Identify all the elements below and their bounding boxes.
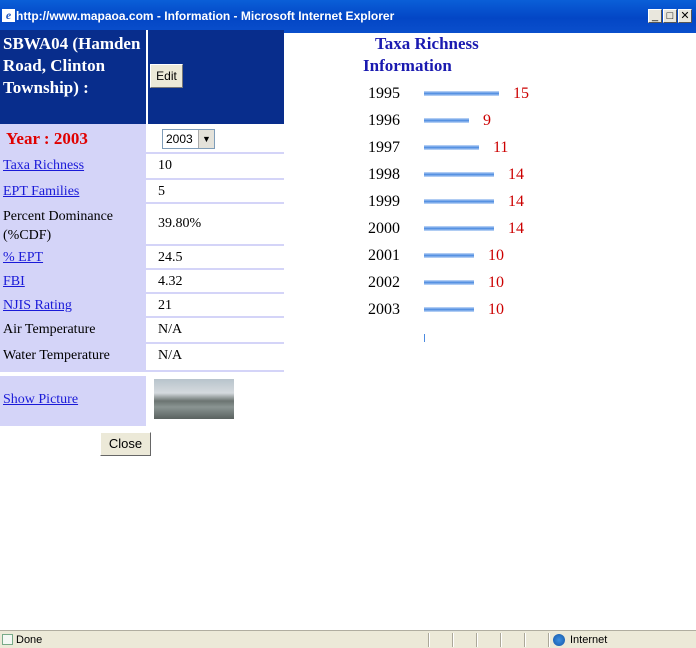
metric-value: 21 [158, 298, 172, 313]
category-label: 1997 [368, 139, 400, 156]
status-bar: Done Internet [0, 630, 696, 648]
metric-label[interactable]: NJIS Rating [3, 298, 72, 314]
picture-row: Show Picture [0, 376, 284, 426]
metric-row: Water Temperature N/A [0, 344, 284, 372]
bar [424, 145, 479, 150]
bar [424, 199, 494, 204]
value-label: 9 [483, 112, 491, 129]
metric-row: Air Temperature N/A [0, 318, 284, 344]
security-zone: Internet [570, 634, 608, 646]
value-label: 10 [488, 247, 504, 264]
metric-row: Taxa Richness 10 [0, 154, 284, 180]
taxa-richness-chart: 1995 15 1996 9 1997 11 1998 14 1999 14 2000 14 2001 1… [368, 85, 529, 342]
station-header-row: SBWA04 (Hamden Road, Clinton Township) :… [0, 30, 284, 124]
category-label: 2002 [368, 274, 400, 291]
metric-row: EPT Families 5 [0, 180, 284, 204]
value-label: 15 [513, 85, 529, 102]
metric-label: Water Temperature [3, 348, 110, 363]
metric-value: 4.32 [158, 274, 183, 289]
metric-label: Air Temperature [3, 322, 96, 337]
category-label: 2001 [368, 247, 400, 264]
value-label: 14 [508, 166, 524, 183]
close-button[interactable]: Close [100, 432, 151, 456]
value-label: 10 [488, 301, 504, 318]
category-label: 1995 [368, 85, 400, 102]
year-label: Year : 2003 [6, 129, 88, 148]
bar [424, 307, 474, 312]
value-label: 14 [508, 220, 524, 237]
category-label: 1996 [368, 112, 400, 129]
status-text: Done [16, 634, 43, 646]
edit-button[interactable]: Edit [150, 64, 183, 88]
axis-tick [424, 334, 425, 342]
metric-value: 5 [158, 184, 165, 199]
metric-label[interactable]: EPT Families [3, 184, 79, 200]
bar [424, 172, 494, 177]
metric-label: Percent Dominance (%CDF) [3, 209, 114, 243]
category-label: 1998 [368, 166, 400, 183]
metric-row: Percent Dominance (%CDF) 39.80% [0, 204, 284, 246]
metric-row: FBI 4.32 [0, 270, 284, 294]
metric-value: 39.80% [158, 216, 202, 231]
maximize-button[interactable]: □ [663, 9, 677, 23]
metric-label[interactable]: FBI [3, 274, 25, 290]
window-title-bar[interactable]: e http://www.mapaoa.com - Information - … [0, 0, 696, 33]
picture-thumbnail[interactable] [154, 379, 234, 419]
close-window-button[interactable]: ✕ [678, 9, 692, 23]
value-label: 11 [493, 139, 508, 156]
window-title: http://www.mapaoa.com - Information - Mi… [16, 9, 395, 23]
show-picture-link[interactable]: Show Picture [3, 392, 78, 408]
metric-label[interactable]: Taxa Richness [3, 158, 84, 174]
bar [424, 253, 474, 258]
year-row: Year : 2003 2003 ▼ [0, 124, 284, 154]
year-select-value: 2003 [166, 132, 193, 146]
metric-value: 24.5 [158, 250, 183, 265]
metric-row: NJIS Rating 21 [0, 294, 284, 318]
metric-row: % EPT 24.5 [0, 246, 284, 270]
category-label: 1999 [368, 193, 400, 210]
globe-icon [553, 634, 565, 646]
station-title: SBWA04 (Hamden Road, Clinton Township) : [3, 34, 141, 97]
header-divider [146, 30, 148, 124]
chevron-down-icon[interactable]: ▼ [198, 130, 214, 148]
bar [424, 118, 469, 123]
page-icon [2, 634, 13, 645]
chart-title-line-1: Taxa Richness [375, 34, 479, 53]
category-label: 2003 [368, 301, 400, 318]
value-label: 14 [508, 193, 524, 210]
metric-value: N/A [158, 348, 183, 363]
bar [424, 280, 474, 285]
minimize-button[interactable]: _ [648, 9, 662, 23]
metric-label[interactable]: % EPT [3, 250, 43, 266]
chart-title-line-2: Information [363, 56, 452, 75]
metric-value: 10 [158, 158, 172, 173]
value-label: 10 [488, 274, 504, 291]
bar [424, 91, 499, 96]
year-select[interactable]: 2003 ▼ [162, 129, 215, 149]
category-label: 2000 [368, 220, 400, 237]
bar [424, 226, 494, 231]
metric-value: N/A [158, 322, 183, 337]
chart-title: Taxa Richness Information [363, 33, 513, 77]
ie-icon: e [2, 9, 15, 22]
